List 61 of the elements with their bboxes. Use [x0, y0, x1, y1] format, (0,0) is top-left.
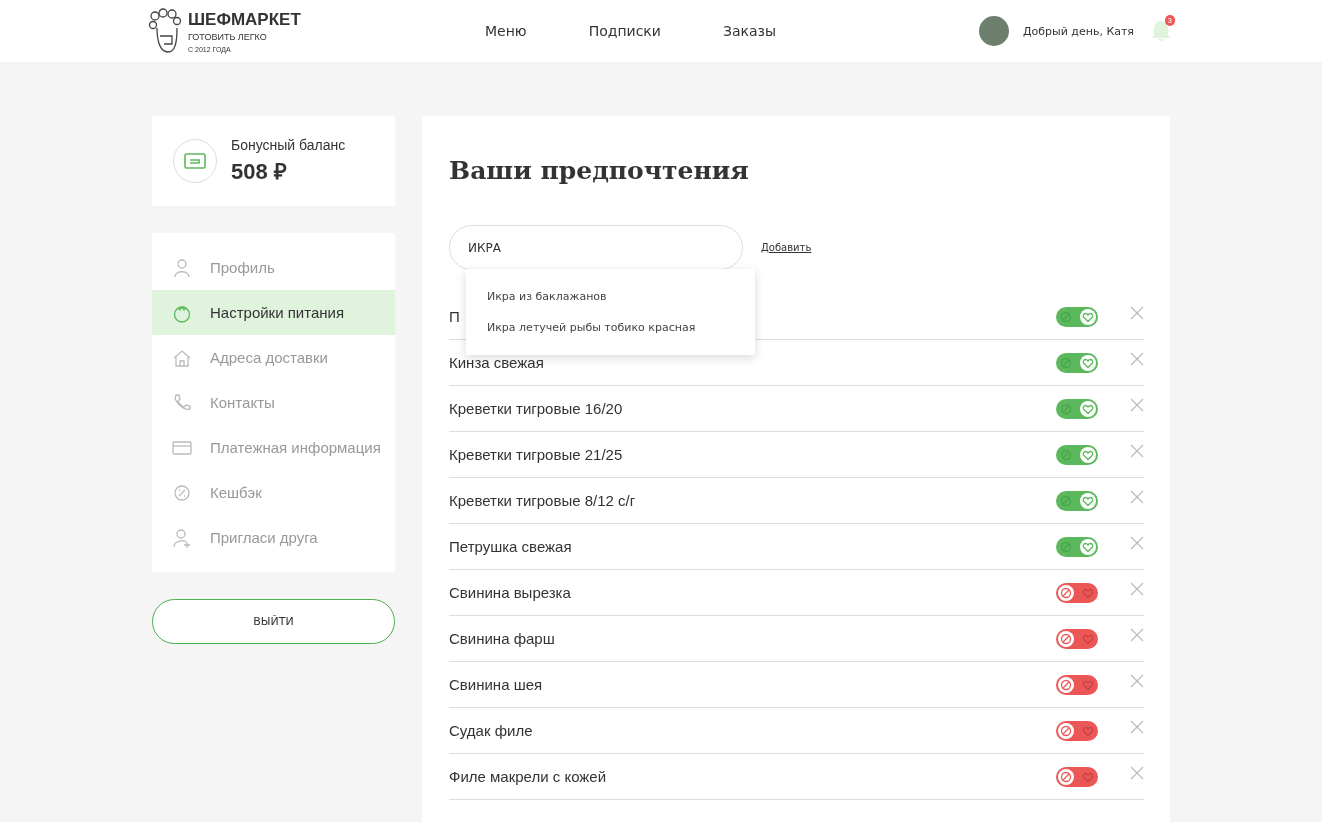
close-icon[interactable] [1130, 627, 1144, 642]
nav-link[interactable]: Заказы [722, 23, 776, 39]
chef-head-logo-icon [148, 8, 182, 54]
bonus-amount: 508 ₽ [231, 158, 288, 185]
logo-tagline: ГОТОВИТЬ ЛЕГКО [188, 31, 268, 42]
item-name: Судак филе [449, 722, 534, 739]
avatar[interactable] [978, 16, 1009, 46]
item-name: Креветки тигровые 8/12 с/г [449, 492, 637, 509]
close-icon[interactable] [1130, 397, 1144, 412]
nav-link[interactable]: Подписки [588, 23, 661, 39]
logout-button[interactable]: ВЫЙТИ [152, 599, 395, 644]
ban-icon [1058, 630, 1074, 647]
item-name: Креветки тигровые 16/20 [449, 400, 624, 417]
close-icon[interactable] [1130, 581, 1144, 596]
ban-icon [1058, 584, 1074, 601]
item-name: Креветки тигровые 21/25 [449, 446, 624, 463]
suggestion-item[interactable]: Икра из баклажанов [466, 281, 755, 312]
preference-toggle[interactable] [1056, 444, 1098, 465]
preference-toggle[interactable] [1056, 536, 1098, 557]
search-field[interactable]: ИКРА [449, 225, 743, 270]
preference-toggle[interactable] [1056, 398, 1098, 419]
preference-toggle[interactable] [1056, 306, 1098, 327]
item-name: Свинина фарш [449, 630, 556, 647]
item-name: Петрушка свежая [449, 538, 573, 555]
nav-link[interactable]: Меню [485, 23, 527, 39]
suggestion-item[interactable]: Икра летучей рыбы тобико красная [466, 312, 755, 343]
preference-toggle[interactable] [1056, 582, 1098, 603]
page-title: Ваши предпочтения [449, 156, 750, 185]
item-name: Кинза свежая [449, 354, 545, 371]
close-icon[interactable] [1130, 489, 1144, 504]
item-name: П [449, 308, 461, 325]
close-icon[interactable] [1130, 673, 1144, 688]
preference-toggle[interactable] [1056, 720, 1098, 741]
ban-icon [1058, 768, 1074, 785]
preference-toggle[interactable] [1056, 674, 1098, 695]
sidebar-item[interactable]: Настройки питания [152, 290, 395, 335]
notification-badge: 3 [1164, 15, 1175, 26]
ban-icon [1058, 722, 1074, 739]
preference-toggle[interactable] [1056, 352, 1098, 373]
close-icon[interactable] [1130, 305, 1144, 320]
close-icon[interactable] [1130, 443, 1144, 458]
close-icon[interactable] [1130, 535, 1144, 550]
logo-name: ШЕФМАРКЕТ [188, 9, 301, 30]
bonus-label: Бонусный баланс [231, 137, 346, 153]
ban-icon [1058, 676, 1074, 693]
bell-icon [1150, 19, 1172, 43]
item-name: Свинина шея [449, 676, 544, 693]
phone-icon [172, 392, 192, 413]
preference-toggle[interactable] [1056, 490, 1098, 511]
preference-toggle[interactable] [1056, 628, 1098, 649]
close-icon[interactable] [1130, 719, 1144, 734]
greeting-text: Добрый день, Катя [1022, 24, 1134, 38]
close-icon[interactable] [1130, 765, 1144, 780]
item-name: Филе макрели с кожей [449, 768, 608, 785]
preference-toggle[interactable] [1056, 766, 1098, 787]
person-plus-icon [172, 527, 192, 548]
person-icon [172, 257, 192, 278]
item-name: Свинина вырезка [449, 584, 572, 601]
close-icon[interactable] [1130, 351, 1144, 366]
add-link[interactable]: Добавить [761, 242, 812, 253]
cashback-icon [172, 482, 192, 503]
